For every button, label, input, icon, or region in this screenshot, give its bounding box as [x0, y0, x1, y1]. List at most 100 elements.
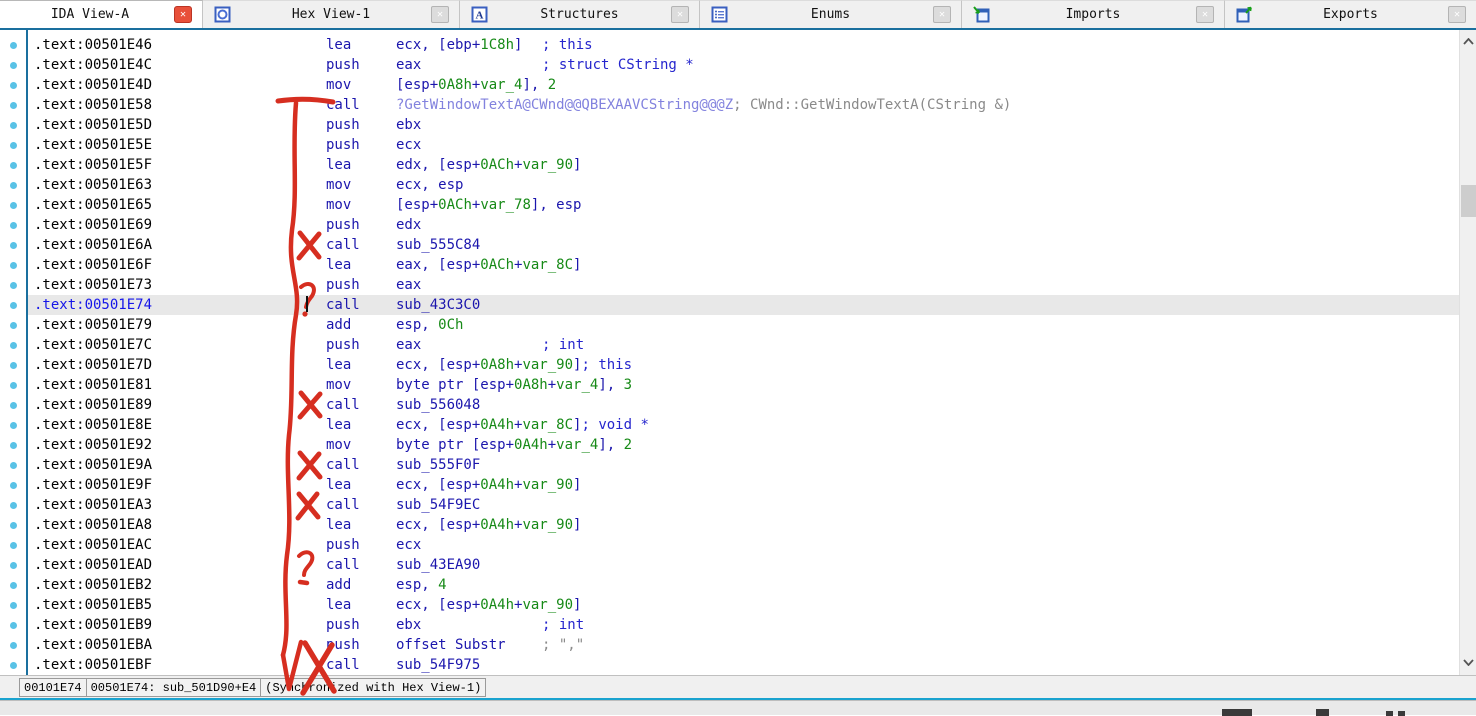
scrollbar-thumb[interactable] — [1461, 185, 1476, 217]
asm-line[interactable]: .text:00501E8Eleaecx, [esp+0A4h+var_8C];… — [28, 415, 1459, 435]
taskbar-fragment — [1398, 711, 1405, 716]
gutter-dot — [10, 642, 17, 649]
vertical-scrollbar[interactable] — [1459, 30, 1476, 675]
close-icon[interactable]: ✕ — [1196, 6, 1214, 23]
asm-line[interactable]: .text:00501E69pushedx — [28, 215, 1459, 235]
asm-line[interactable]: .text:00501E7Cpusheax; int — [28, 335, 1459, 355]
gutter-dot — [10, 282, 17, 289]
gutter-dot — [10, 182, 17, 189]
status-offset: 00101E74 — [19, 678, 86, 697]
gutter-dot — [10, 122, 17, 129]
asm-line[interactable]: .text:00501E79addesp, 0Ch — [28, 315, 1459, 335]
asm-line[interactable]: .text:00501E5Epushecx — [28, 135, 1459, 155]
tab-label: Hex View-1 — [231, 7, 431, 22]
tab-label: Imports — [990, 7, 1196, 22]
asm-line[interactable]: .text:00501E81movbyte ptr [esp+0A8h+var_… — [28, 375, 1459, 395]
gutter-dot — [10, 162, 17, 169]
gutter-dot — [10, 322, 17, 329]
asm-line[interactable]: .text:00501E6Acallsub_555C84 — [28, 235, 1459, 255]
bottom-strip — [0, 700, 1476, 715]
tab-imports[interactable]: Imports ✕ — [962, 0, 1225, 28]
asm-line[interactable]: .text:00501E63movecx, esp — [28, 175, 1459, 195]
text-cursor — [306, 296, 308, 312]
gutter-dot — [10, 202, 17, 209]
gutter-dot — [10, 602, 17, 609]
tab-bar: IDA View-A ✕ Hex View-1 ✕ A Structures ✕… — [0, 0, 1476, 30]
gutter-dot — [10, 342, 17, 349]
status-sync-message: (Synchronized with Hex View-1) — [260, 678, 486, 697]
gutter-dot — [10, 462, 17, 469]
gutter-dot — [10, 82, 17, 89]
asm-line[interactable]: .text:00501E9Acallsub_555F0F — [28, 455, 1459, 475]
asm-line[interactable]: .text:00501EA8leaecx, [esp+0A4h+var_90] — [28, 515, 1459, 535]
gutter-dot — [10, 222, 17, 229]
scroll-up-button[interactable] — [1460, 32, 1476, 50]
gutter-dot — [10, 242, 17, 249]
gutter-dot — [10, 542, 17, 549]
gutter-dot — [10, 62, 17, 69]
gutter-dot — [10, 582, 17, 589]
asm-line[interactable]: .text:00501E7Dleaecx, [esp+0A8h+var_90];… — [28, 355, 1459, 375]
asm-line[interactable]: .text:00501E9Fleaecx, [esp+0A4h+var_90] — [28, 475, 1459, 495]
asm-line[interactable]: .text:00501E65mov[esp+0ACh+var_78], esp — [28, 195, 1459, 215]
tab-hex-view-1[interactable]: Hex View-1 ✕ — [203, 0, 460, 28]
asm-line[interactable]: .text:00501E74callsub_43C3C0 — [28, 295, 1459, 315]
gutter-dot — [10, 562, 17, 569]
asm-line[interactable]: .text:00501E6Fleaeax, [esp+0ACh+var_8C] — [28, 255, 1459, 275]
tab-exports[interactable]: Exports ✕ — [1225, 0, 1476, 28]
close-icon[interactable]: ✕ — [1448, 6, 1466, 23]
asm-line[interactable]: .text:00501E92movbyte ptr [esp+0A4h+var_… — [28, 435, 1459, 455]
gutter-dot — [10, 302, 17, 309]
tab-enums[interactable]: Enums ✕ — [700, 0, 962, 28]
gutter-dot — [10, 422, 17, 429]
asm-line[interactable]: .text:00501EB5leaecx, [esp+0A4h+var_90] — [28, 595, 1459, 615]
disassembly-pane: .text:00501E46leaecx, [ebp+1C8h]; this.t… — [0, 30, 1476, 698]
enums-icon — [711, 6, 728, 23]
disassembly-rows: .text:00501E46leaecx, [ebp+1C8h]; this.t… — [28, 35, 1459, 675]
asm-line[interactable]: .text:00501E46leaecx, [ebp+1C8h]; this — [28, 35, 1459, 55]
asm-line[interactable]: .text:00501EB2addesp, 4 — [28, 575, 1459, 595]
tab-label: Exports — [1253, 7, 1448, 22]
tab-label: IDA View-A — [6, 7, 174, 22]
asm-line[interactable]: .text:00501EACpushecx — [28, 535, 1459, 555]
taskbar-fragment — [1386, 711, 1393, 716]
navigation-gutter — [0, 30, 28, 698]
gutter-dot — [10, 622, 17, 629]
gutter-dot — [10, 402, 17, 409]
asm-line[interactable]: .text:00501E58call?GetWindowTextA@CWnd@@… — [28, 95, 1459, 115]
asm-line[interactable]: .text:00501E4Cpusheax; struct CString * — [28, 55, 1459, 75]
gutter-dot — [10, 502, 17, 509]
tab-label: Structures — [488, 7, 671, 22]
gutter-dot — [10, 482, 17, 489]
close-icon[interactable]: ✕ — [933, 6, 951, 23]
scroll-down-button[interactable] — [1460, 653, 1476, 671]
gutter-dot — [10, 102, 17, 109]
gutter-dot — [10, 42, 17, 49]
close-icon[interactable]: ✕ — [174, 6, 192, 23]
asm-line[interactable]: .text:00501E89callsub_556048 — [28, 395, 1459, 415]
close-icon[interactable]: ✕ — [671, 6, 689, 23]
tab-ida-view-a[interactable]: IDA View-A ✕ — [0, 0, 203, 28]
gutter-dot — [10, 382, 17, 389]
gutter-dot — [10, 522, 17, 529]
asm-line[interactable]: .text:00501EBApushoffset Substr; "," — [28, 635, 1459, 655]
gutter-dot — [10, 662, 17, 669]
asm-line[interactable]: .text:00501EB9pushebx; int — [28, 615, 1459, 635]
tab-label: Enums — [728, 7, 933, 22]
gutter-dot — [10, 442, 17, 449]
asm-line[interactable]: .text:00501EBFcallsub_54F975 — [28, 655, 1459, 675]
asm-line[interactable]: .text:00501E4Dmov[esp+0A8h+var_4], 2 — [28, 75, 1459, 95]
hex-view-icon — [214, 6, 231, 23]
close-icon[interactable]: ✕ — [431, 6, 449, 23]
asm-line[interactable]: .text:00501E73pusheax — [28, 275, 1459, 295]
gutter-dot — [10, 362, 17, 369]
asm-line[interactable]: .text:00501EA3callsub_54F9EC — [28, 495, 1459, 515]
svg-text:A: A — [476, 10, 484, 22]
gutter-dot — [10, 262, 17, 269]
asm-line[interactable]: .text:00501EADcallsub_43EA90 — [28, 555, 1459, 575]
asm-line[interactable]: .text:00501E5Dpushebx — [28, 115, 1459, 135]
tab-structures[interactable]: A Structures ✕ — [460, 0, 700, 28]
status-address-function: 00501E74: sub_501D90+E4 — [86, 678, 261, 697]
exports-icon — [1236, 6, 1253, 23]
asm-line[interactable]: .text:00501E5Fleaedx, [esp+0ACh+var_90] — [28, 155, 1459, 175]
